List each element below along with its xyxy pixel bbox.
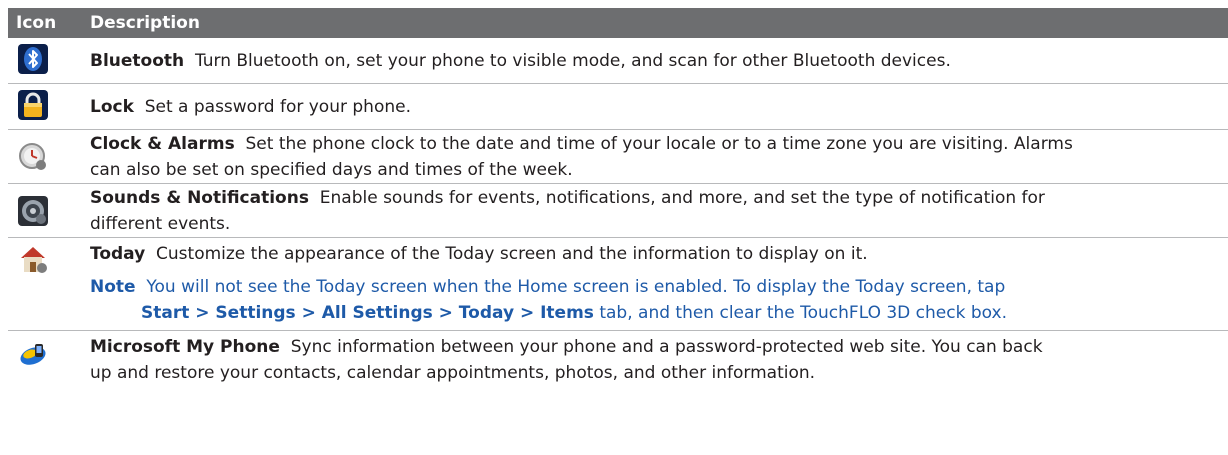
icon-description-table: Icon Description Bluetooth Turn Bluetoot… [8, 8, 1228, 391]
my-phone-icon [18, 339, 48, 369]
note-path: Start > Settings > All Settings > Today … [141, 303, 594, 323]
row-title: Lock [90, 97, 134, 117]
row-text-continued: can also be set on specified days and ti… [90, 160, 573, 180]
row-text-continued: different events. [90, 214, 231, 234]
row-text: Enable sounds for events, notifications,… [319, 188, 1045, 208]
table-row-lock: Lock Set a password for your phone. [8, 84, 1228, 130]
row-title: Bluetooth [90, 51, 185, 71]
row-text: Turn Bluetooth on, set your phone to vis… [194, 51, 951, 71]
speaker-icon [18, 196, 48, 226]
row-text: Set a password for your phone. [144, 97, 411, 117]
row-text: Sync information between your phone and … [290, 337, 1043, 357]
row-text-continued: up and restore your contacts, calendar a… [90, 363, 816, 383]
note: Note You will not see the Today screen w… [90, 274, 1224, 300]
table-row-clock-alarms: Clock & Alarms Set the phone clock to th… [8, 130, 1228, 184]
bluetooth-icon [18, 44, 48, 74]
row-title: Sounds & Notifications [90, 188, 309, 208]
row-title: Microsoft My Phone [90, 337, 280, 357]
row-text: Customize the appearance of the Today sc… [156, 244, 868, 264]
table-row-bluetooth: Bluetooth Turn Bluetooth on, set your ph… [8, 38, 1228, 84]
description-column-header: Description [90, 13, 200, 33]
note-continued: Start > Settings > All Settings > Today … [90, 300, 1224, 326]
today-icon [18, 244, 48, 274]
row-title: Today [90, 244, 146, 264]
table-row-my-phone: Microsoft My Phone Sync information betw… [8, 331, 1228, 391]
clock-icon [18, 142, 48, 172]
lock-icon [18, 90, 48, 120]
note-text-continued: tab, and then clear the TouchFLO 3D chec… [599, 303, 1007, 323]
note-text: You will not see the Today screen when t… [146, 277, 1006, 297]
table-row-today: Today Customize the appearance of the To… [8, 238, 1228, 331]
row-text: Set the phone clock to the date and time… [245, 134, 1073, 154]
icon-column-header: Icon [16, 13, 57, 33]
note-label: Note [90, 277, 136, 297]
table-header: Icon Description [8, 8, 1228, 38]
row-title: Clock & Alarms [90, 134, 235, 154]
table-row-sounds-notifications: Sounds & Notifications Enable sounds for… [8, 184, 1228, 238]
